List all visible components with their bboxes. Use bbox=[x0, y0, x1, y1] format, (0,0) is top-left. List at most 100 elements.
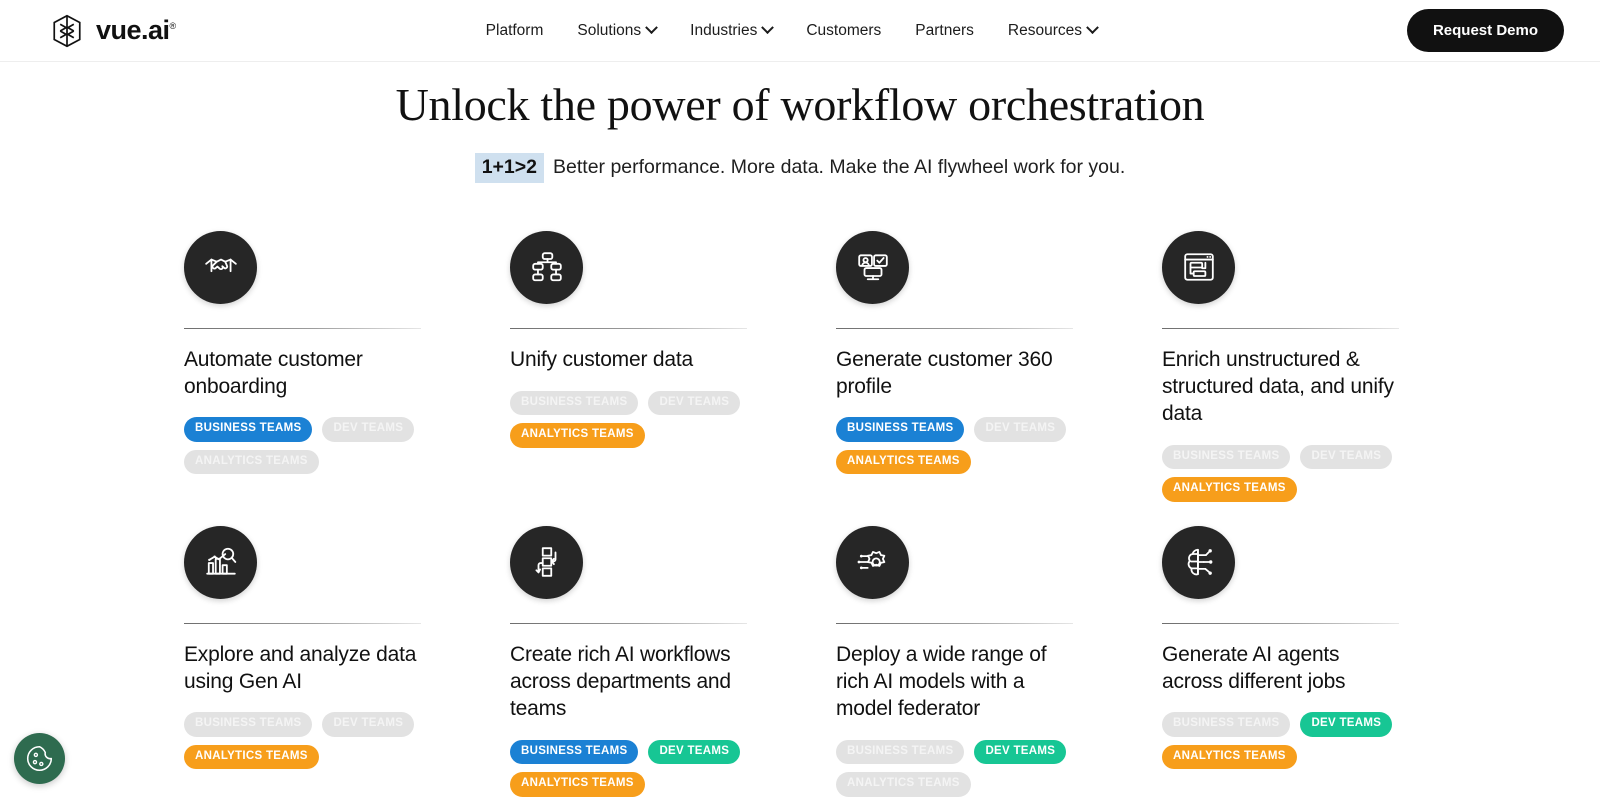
card-title: Deploy a wide range of rich AI models wi… bbox=[836, 642, 1047, 721]
team-tag[interactable]: ANALYTICS TEAMS bbox=[836, 772, 971, 797]
capability-card: Create rich AI workflows across departme… bbox=[510, 525, 747, 797]
capability-card-grid: Automate customer onboarding BUSINESS TEA… bbox=[184, 230, 1416, 797]
page-title: Unlock the power of workflow orchestrati… bbox=[395, 79, 1205, 130]
nav-item-platform[interactable]: Platform bbox=[486, 22, 544, 40]
card-divider bbox=[510, 622, 747, 624]
request-demo-button[interactable]: Request Demo bbox=[1406, 9, 1564, 52]
chevron-down-icon bbox=[645, 21, 659, 35]
team-tag[interactable]: DEV TEAMS bbox=[322, 417, 415, 442]
handshake-icon bbox=[204, 259, 237, 273]
card-divider bbox=[510, 327, 747, 329]
card-title: Create rich AI workflows across departme… bbox=[510, 642, 731, 721]
card-icon-badge bbox=[184, 230, 257, 304]
card-title: Unify customer data bbox=[510, 347, 693, 371]
card-title: Generate customer 360 profile bbox=[836, 347, 1053, 399]
card-title: Generate AI agents across different jobs bbox=[1162, 642, 1346, 694]
card-icon-badge bbox=[1162, 230, 1235, 304]
capability-card: Enrich unstructured & structured data, a… bbox=[1162, 230, 1399, 502]
nav-item-label: Platform bbox=[485, 21, 544, 39]
card-icon-badge bbox=[836, 230, 909, 304]
team-tag[interactable]: ANALYTICS TEAMS bbox=[510, 772, 645, 797]
capability-card: Generate AI agents across different jobs… bbox=[1162, 525, 1399, 797]
hero-section: Unlock the power of workflow orchestrati… bbox=[0, 62, 1600, 183]
team-tag[interactable]: ANALYTICS TEAMS bbox=[1162, 744, 1297, 770]
nav-item-label: Resources bbox=[1007, 21, 1082, 39]
team-tag[interactable]: BUSINESS TEAMS bbox=[836, 739, 965, 765]
team-tag[interactable]: DEV TEAMS bbox=[974, 739, 1067, 765]
cookie-icon bbox=[26, 745, 53, 772]
card-icon-badge bbox=[510, 525, 583, 599]
card-icon-badge bbox=[510, 230, 583, 304]
top-navbar: vue.ai® Platform Solutions Industries Cu… bbox=[0, 0, 1600, 62]
card-tag-list: BUSINESS TEAMS DEV TEAMS ANALYTICS TEAMS bbox=[510, 390, 747, 448]
chevron-down-icon bbox=[761, 21, 775, 35]
team-tag[interactable]: DEV TEAMS bbox=[974, 417, 1067, 442]
team-tag[interactable]: DEV TEAMS bbox=[648, 739, 741, 765]
card-tag-list: BUSINESS TEAMS DEV TEAMS ANALYTICS TEAMS bbox=[836, 417, 1073, 475]
hero-subtitle-text: Better performance. More data. Make the … bbox=[553, 156, 1126, 179]
cookie-consent-button[interactable] bbox=[14, 733, 65, 784]
card-divider bbox=[184, 622, 421, 624]
team-tag[interactable]: DEV TEAMS bbox=[322, 712, 415, 737]
browser-data-icon bbox=[1183, 253, 1214, 282]
card-tag-list: BUSINESS TEAMS DEV TEAMS ANALYTICS TEAMS bbox=[1162, 444, 1399, 502]
monitor-profile-icon bbox=[857, 254, 888, 281]
team-tag[interactable]: BUSINESS TEAMS bbox=[184, 417, 313, 442]
ai-brain-circuit-icon bbox=[1187, 549, 1212, 576]
card-divider bbox=[184, 327, 421, 329]
team-tag[interactable]: ANALYTICS TEAMS bbox=[510, 423, 645, 448]
card-tag-list: BUSINESS TEAMS DEV TEAMS ANALYTICS TEAMS bbox=[510, 739, 747, 797]
card-title: Automate customer onboarding bbox=[184, 347, 363, 399]
primary-navigation: Platform Solutions Industries Customers … bbox=[486, 21, 1099, 40]
nav-item-label: Customers bbox=[806, 21, 882, 39]
nav-item-resources[interactable]: Resources bbox=[1007, 21, 1099, 40]
team-tag[interactable]: ANALYTICS TEAMS bbox=[184, 449, 319, 475]
team-tag[interactable]: BUSINESS TEAMS bbox=[836, 417, 965, 442]
card-title: Enrich unstructured & structured data, a… bbox=[1162, 347, 1394, 426]
capability-card: Explore and analyze data using Gen AI BUS… bbox=[184, 525, 421, 797]
hero-subtitle: 1+1>2 Better performance. More data. Mak… bbox=[0, 152, 1600, 183]
nav-item-label: Partners bbox=[915, 21, 974, 39]
team-tag[interactable]: BUSINESS TEAMS bbox=[1162, 444, 1291, 470]
team-tag[interactable]: BUSINESS TEAMS bbox=[510, 739, 639, 765]
card-tag-list: BUSINESS TEAMS DEV TEAMS ANALYTICS TEAMS bbox=[836, 739, 1073, 797]
card-title: Explore and analyze data using Gen AI bbox=[184, 642, 417, 694]
registered-mark: ® bbox=[169, 21, 177, 31]
capability-card: Deploy a wide range of rich AI models wi… bbox=[836, 525, 1073, 797]
tech-gear-icon bbox=[857, 551, 885, 570]
card-divider bbox=[1162, 622, 1399, 624]
card-divider bbox=[836, 622, 1073, 624]
team-tag[interactable]: BUSINESS TEAMS bbox=[184, 712, 313, 737]
team-tag[interactable]: ANALYTICS TEAMS bbox=[184, 744, 319, 770]
team-tag[interactable]: BUSINESS TEAMS bbox=[1162, 712, 1291, 737]
card-tag-list: BUSINESS TEAMS DEV TEAMS ANALYTICS TEAMS bbox=[184, 712, 421, 770]
nav-item-solutions[interactable]: Solutions bbox=[577, 21, 659, 40]
team-tag[interactable]: DEV TEAMS bbox=[1300, 712, 1393, 737]
capability-card: Unify customer data BUSINESS TEAMS DEV TEA… bbox=[510, 230, 747, 502]
card-icon-badge bbox=[836, 525, 909, 599]
team-tag[interactable]: BUSINESS TEAMS bbox=[510, 390, 639, 416]
nav-item-industries[interactable]: Industries bbox=[690, 21, 775, 40]
card-icon-badge bbox=[184, 525, 257, 599]
chart-magnifier-icon bbox=[205, 548, 236, 575]
team-tag[interactable]: DEV TEAMS bbox=[1300, 444, 1393, 470]
hero-badge: 1+1>2 bbox=[474, 152, 545, 183]
brand-logo[interactable]: vue.ai® bbox=[50, 14, 176, 48]
card-divider bbox=[1162, 327, 1399, 329]
capability-card: Automate customer onboarding BUSINESS TEA… bbox=[184, 230, 421, 502]
team-tag[interactable]: DEV TEAMS bbox=[648, 390, 741, 416]
card-icon-badge bbox=[1162, 525, 1235, 599]
nav-item-customers[interactable]: Customers bbox=[806, 22, 881, 40]
nav-item-partners[interactable]: Partners bbox=[915, 22, 974, 40]
capability-card: Generate customer 360 profile BUSINESS TE… bbox=[836, 230, 1073, 502]
card-divider bbox=[836, 327, 1073, 329]
card-tag-list: BUSINESS TEAMS DEV TEAMS ANALYTICS TEAMS bbox=[1162, 712, 1399, 770]
vue-ai-logo-icon bbox=[53, 14, 81, 47]
hierarchy-icon bbox=[531, 252, 562, 282]
team-tag[interactable]: ANALYTICS TEAMS bbox=[836, 449, 971, 475]
card-tag-list: BUSINESS TEAMS DEV TEAMS ANALYTICS TEAMS bbox=[184, 417, 421, 475]
nav-item-label: Industries bbox=[690, 21, 758, 39]
team-tag[interactable]: ANALYTICS TEAMS bbox=[1162, 477, 1297, 502]
chevron-down-icon bbox=[1086, 21, 1099, 35]
brand-name-text: vue.ai bbox=[96, 15, 170, 45]
